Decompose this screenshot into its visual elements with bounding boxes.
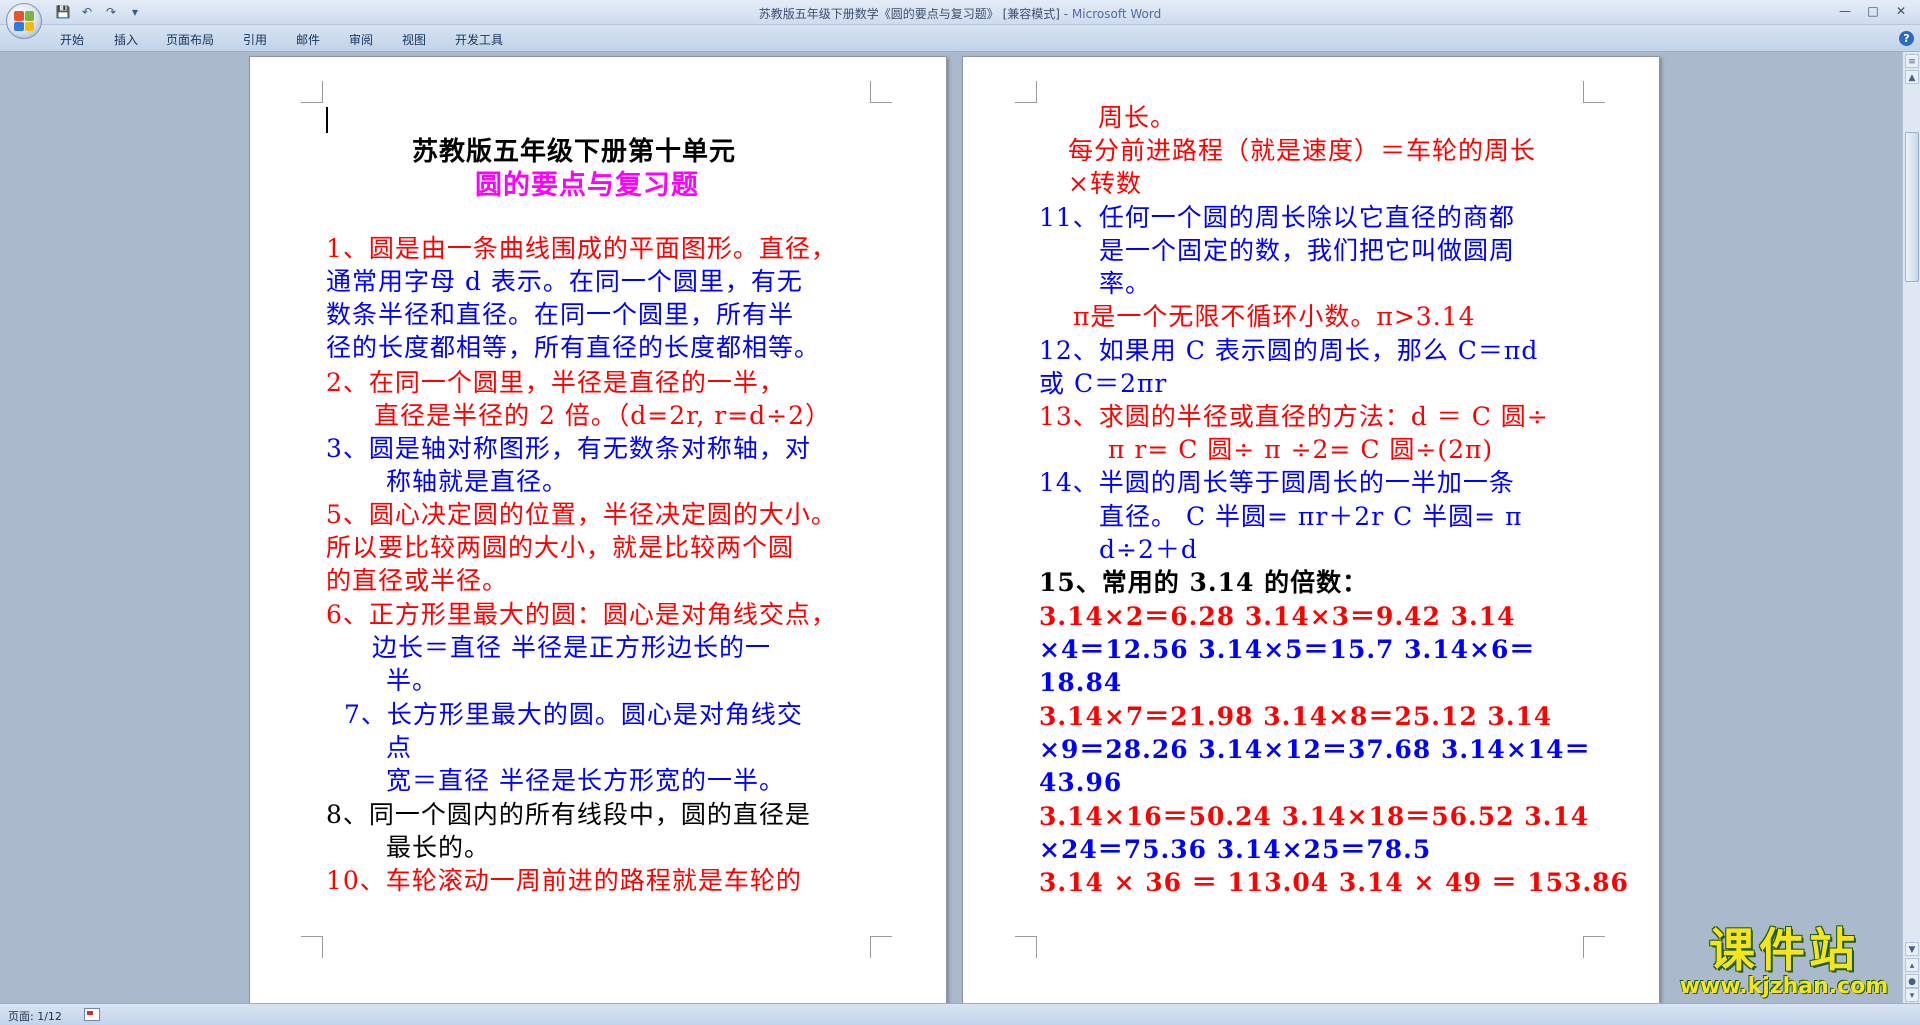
document-page-1[interactable]: 苏教版五年级下册第十单元 圆的要点与复习题 1、圆是由一条曲线围成的平面图形。直… [249,56,947,1003]
ribbon-tabs: 开始 插入 页面布局 引用 邮件 审阅 视图 开发工具 ? [0,25,1920,52]
multiples-line: 3.14 × 36 ＝ 113.04 3.14 × 49 ＝ 153.86 [1039,868,1629,897]
scroll-up-arrow-icon[interactable]: ▲ [1905,70,1919,84]
text-line: 所以要比较两圆的大小，就是比较两个圆 [326,533,795,562]
multiples-line: 3.14×7＝21.98 3.14×8＝25.12 3.14 [1039,702,1553,731]
tab-home[interactable]: 开始 [60,31,84,48]
text-line: 11、任何一个圆的周长除以它直径的商都 [1039,203,1515,232]
text-line: 径的长度都相等，所有直径的长度都相等。 [326,333,821,362]
text-line: 或 C＝2πr [1039,369,1168,398]
crop-mark [870,81,892,103]
text-line: 宽＝直径 半径是长方形宽的一半。 [386,766,785,795]
text-line: 率。 [1099,269,1152,298]
doc-subtitle: 圆的要点与复习题 [475,170,699,201]
vertical-scrollbar[interactable]: ≡ ▲ ▼ ▴ ● ▾ [1902,52,1920,1003]
text-line: 2、在同一个圆里，半径是直径的一半， [326,368,785,397]
crop-mark [1583,81,1605,103]
text-line: 的直径或半径。 [326,566,509,595]
title-bar: 💾 ↶ ↷ ▾ 苏教版五年级下册数学《圆的要点与复习题》 [兼容模式] - Mi… [0,0,1920,25]
tab-mailings[interactable]: 邮件 [296,31,320,48]
proofing-icon[interactable] [84,1008,100,1021]
text-line: 称轴就是直径。 [386,467,569,496]
document-page-2[interactable]: 周长。 每分前进路程（就是速度）＝车轮的周长 ×转数 11、任何一个圆的周长除以… [962,56,1660,1003]
multiples-line: ×9＝28.26 3.14×12＝37.68 3.14×14＝ [1039,735,1591,764]
multiples-line: 43.96 [1039,768,1123,797]
text-line: 8、同一个圆内的所有线段中，圆的直径是 [326,800,811,829]
text-cursor [326,107,328,133]
text-line: 10、车轮滚动一周前进的路程就是车轮的 [326,866,802,895]
window-controls: — □ ✕ [1832,2,1914,20]
watermark-logo: 课件站 www.kjzhan.com [1668,924,1900,1002]
watermark-url: www.kjzhan.com [1679,974,1889,999]
crop-mark [1583,936,1605,958]
maximize-button[interactable]: □ [1860,2,1886,20]
text-line: 6、正方形里最大的圆：圆心是对角线交点， [326,600,837,629]
minimize-button[interactable]: — [1832,2,1858,20]
text-line: 直径是半径的 2 倍。（d=2r, r=d÷2） [374,401,832,430]
crop-mark [870,936,892,958]
text-line: 3、圆是轴对称图形，有无数条对称轴，对 [326,434,811,463]
text-line: 最长的。 [386,833,491,862]
text-line: 周长。 [1098,103,1177,132]
scroll-down-arrow-icon[interactable]: ▼ [1905,942,1919,956]
document-area: 苏教版五年级下册第十单元 圆的要点与复习题 1、圆是由一条曲线围成的平面图形。直… [0,52,1902,1003]
text-line: 数条半径和直径。在同一个圆里，所有半 [326,300,795,329]
tab-references[interactable]: 引用 [243,31,267,48]
text-line: 5、圆心决定圆的位置，半径决定圆的大小。 [326,500,837,529]
next-page-icon[interactable]: ▾ [1905,988,1919,1002]
office-button[interactable] [6,3,42,39]
text-line: 12、如果用 C 表示圆的周长，那么 C＝πd [1039,336,1539,365]
browse-object-icon[interactable]: ● [1905,974,1919,988]
text-line: 14、半圆的周长等于圆周长的一半加一条 [1039,468,1515,497]
text-line: 每分前进路程（就是速度）＝车轮的周长 [1068,136,1537,165]
text-line: 边长＝直径 半径是正方形边长的一 [372,633,771,662]
crop-mark [1015,936,1037,958]
text-line: 直径。 C 半圆= πr＋2r C 半圆= π [1099,502,1523,531]
app-name: - Microsoft Word [1059,7,1162,21]
text-line: ×转数 [1068,169,1142,198]
office-logo-icon [14,11,34,31]
text-line: 7、长方形里最大的圆。圆心是对角线交 [344,700,803,729]
multiples-line: 18.84 [1039,668,1123,697]
multiples-line: ×24＝75.36 3.14×25＝78.5 [1039,835,1432,864]
tab-page-layout[interactable]: 页面布局 [166,31,214,48]
document-title: 苏教版五年级下册数学《圆的要点与复习题》 [兼容模式] [758,7,1060,21]
text-line: 半。 [386,666,439,695]
status-bar: 页面: 1/12 [0,1003,1920,1025]
crop-mark [1015,81,1037,103]
text-line: d÷2＋d [1099,535,1198,564]
text-line: π是一个无限不循环小数。π>3.14 [1073,302,1476,331]
text-line: 通常用字母 d 表示。在同一个圆里，有无 [326,267,803,296]
window-title: 苏教版五年级下册数学《圆的要点与复习题》 [兼容模式] - Microsoft … [0,5,1920,22]
multiples-line: ×4＝12.56 3.14×5＝15.7 3.14×6＝ [1039,635,1536,664]
multiples-line: 3.14×2＝6.28 3.14×3＝9.42 3.14 [1039,602,1516,631]
text-line: 1、圆是由一条曲线围成的平面图形。直径， [326,234,837,263]
text-line: 13、求圆的半径或直径的方法：d ＝ C 圆÷ [1039,402,1549,431]
crop-mark [301,81,323,103]
doc-title: 苏教版五年级下册第十单元 [412,137,737,167]
page-count[interactable]: 页面: 1/12 [8,1008,62,1024]
text-line: 是一个固定的数，我们把它叫做圆周 [1099,236,1516,265]
tab-view[interactable]: 视图 [402,31,426,48]
multiples-line: 3.14×16＝50.24 3.14×18＝56.52 3.14 [1039,802,1590,831]
tab-insert[interactable]: 插入 [114,31,138,48]
text-line: π r= C 圆÷ π ÷2= C 圆÷(2π) [1108,435,1494,464]
watermark-title: 课件站 [1709,923,1859,977]
tab-developer[interactable]: 开发工具 [455,31,503,48]
close-button[interactable]: ✕ [1888,2,1914,20]
text-line: 点 [386,733,413,762]
tab-review[interactable]: 审阅 [349,31,373,48]
previous-page-icon[interactable]: ▴ [1905,958,1919,972]
text-line: 15、常用的 3.14 的倍数： [1039,568,1369,597]
scrollbar-thumb[interactable] [1905,132,1919,282]
help-icon[interactable]: ? [1899,31,1914,46]
ruler-toggle-icon[interactable]: ≡ [1905,54,1919,68]
crop-mark [301,936,323,958]
